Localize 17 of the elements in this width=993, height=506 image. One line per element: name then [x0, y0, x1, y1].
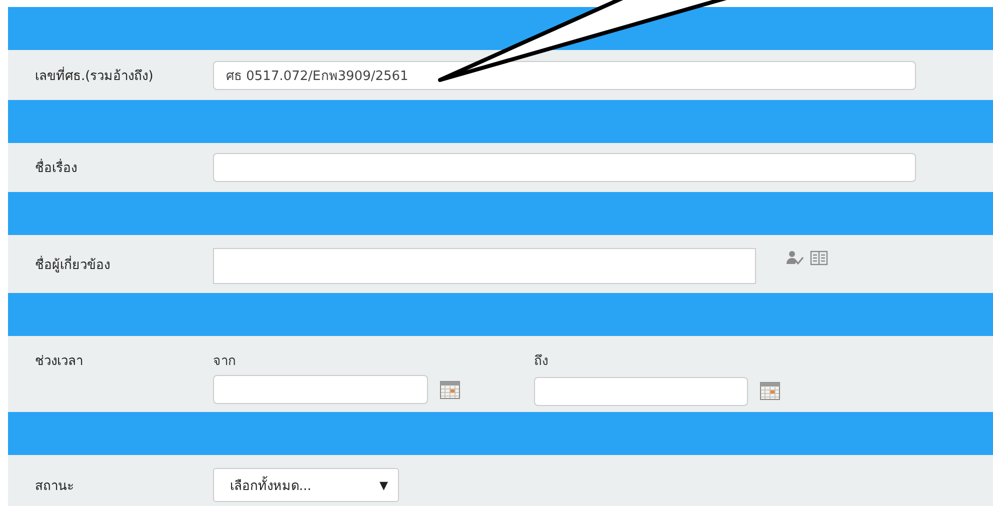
- field-label: ชื่อเรื่อง: [35, 157, 213, 178]
- calendar-icon[interactable]: [440, 380, 460, 398]
- field-label: ช่วงเวลา: [35, 353, 84, 371]
- from-label: จาก: [213, 353, 237, 371]
- text-field[interactable]: [213, 248, 756, 284]
- date-field[interactable]: [213, 375, 428, 404]
- calendar-icon[interactable]: [760, 382, 780, 400]
- date-field[interactable]: [534, 377, 748, 406]
- status-dropdown[interactable]: เลือกทั้งหมด... ▼: [213, 468, 399, 502]
- to-label: ถึง: [534, 353, 549, 371]
- text-field[interactable]: ศธ 0517.072/Eกพ3909/2561: [213, 60, 916, 90]
- field-label: ชื่อผู้เกี่ยวข้อง: [35, 248, 213, 275]
- text-field[interactable]: [213, 153, 916, 182]
- field-label: สถานะ: [35, 478, 75, 496]
- person-check-icon[interactable]: [786, 250, 804, 266]
- field-label: เลขที่ศธ.(รวมอ้างถึง): [35, 66, 154, 86]
- book-icon[interactable]: [810, 250, 828, 266]
